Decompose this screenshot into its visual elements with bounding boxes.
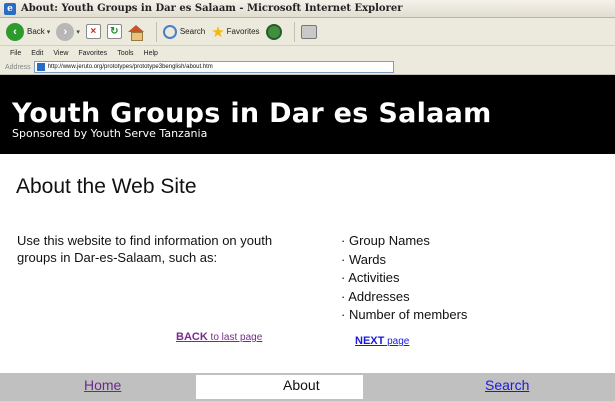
home-button[interactable]	[127, 24, 144, 41]
menu-view[interactable]: View	[53, 50, 68, 57]
next-page-link[interactable]: NEXT page	[355, 335, 409, 347]
toolbar-separator	[293, 21, 295, 42]
media-button[interactable]	[265, 23, 282, 40]
stop-icon: ×	[85, 24, 101, 39]
media-icon	[265, 23, 282, 40]
list-item: Group Names	[341, 232, 467, 251]
list-item: Activities	[341, 269, 467, 288]
next-link-rest: page	[384, 336, 410, 347]
window-titlebar: e About: Youth Groups in Dar es Salaam -…	[0, 0, 615, 18]
menu-bar: File Edit View Favorites Tools Help	[0, 46, 615, 60]
menu-tools[interactable]: Tools	[117, 50, 133, 57]
menu-edit[interactable]: Edit	[31, 50, 43, 57]
address-label: Address	[5, 63, 31, 71]
nav-home-link[interactable]: Home	[84, 377, 121, 393]
search-icon	[162, 24, 177, 39]
bottom-nav: Home About Search	[0, 373, 615, 401]
browser-toolbar: ‹ Back ▾ › ▾ × ↻ Search ★ Favorites	[0, 18, 615, 46]
menu-help[interactable]: Help	[144, 50, 158, 57]
page-icon	[36, 63, 45, 71]
intro-text: Use this website to find information on …	[17, 233, 273, 265]
back-button-label: Back	[27, 27, 45, 36]
address-bar: Address http://www.jeruto.org/prototypes…	[0, 60, 615, 75]
list-item: Wards	[341, 251, 467, 270]
back-link-bold: BACK	[176, 331, 208, 343]
next-link-bold: NEXT	[355, 335, 385, 347]
nav-search-link[interactable]: Search	[485, 377, 529, 393]
stop-button[interactable]: ×	[85, 24, 101, 39]
back-link-rest: to last page	[207, 332, 263, 343]
home-icon	[127, 24, 144, 41]
ie-logo-icon: e	[4, 2, 16, 15]
back-dropdown-icon[interactable]: ▾	[47, 28, 51, 36]
search-button-label: Search	[179, 27, 206, 36]
toolbar-separator	[155, 21, 157, 42]
list-item: Addresses	[341, 288, 467, 307]
menu-favorites[interactable]: Favorites	[78, 50, 107, 57]
address-url: http://www.jeruto.org/prototypes/prototy…	[47, 64, 213, 70]
back-arrow-icon: ‹	[6, 22, 24, 41]
nav-active-tab	[196, 375, 363, 399]
list-item: Number of members	[341, 306, 467, 325]
back-button[interactable]: ‹ Back ▾	[6, 22, 51, 41]
favorites-button[interactable]: ★ Favorites	[211, 23, 259, 41]
address-input[interactable]: http://www.jeruto.org/prototypes/prototy…	[33, 61, 394, 73]
window-title: About: Youth Groups in Dar es Salaam - M…	[21, 3, 403, 14]
forward-button[interactable]: › ▾	[56, 22, 80, 41]
forward-dropdown-icon[interactable]: ▾	[76, 28, 80, 36]
favorites-button-label: Favorites	[226, 27, 260, 36]
nav-about-current: About	[283, 377, 320, 393]
star-icon: ★	[211, 23, 225, 41]
refresh-button[interactable]: ↻	[106, 24, 122, 39]
refresh-icon: ↻	[106, 24, 122, 39]
page-heading: About the Web Site	[16, 175, 197, 198]
back-to-last-page-link[interactable]: BACK to last page	[176, 331, 262, 343]
site-header: Youth Groups in Dar es Salaam Sponsored …	[0, 75, 615, 154]
search-button[interactable]: Search	[162, 24, 206, 39]
printer-icon	[300, 24, 317, 39]
print-button[interactable]	[300, 24, 317, 39]
forward-arrow-icon: ›	[56, 22, 75, 41]
menu-file[interactable]: File	[10, 50, 21, 57]
feature-list: Group Names Wards Activities Addresses N…	[341, 232, 467, 325]
site-title: Youth Groups in Dar es Salaam	[12, 98, 492, 129]
